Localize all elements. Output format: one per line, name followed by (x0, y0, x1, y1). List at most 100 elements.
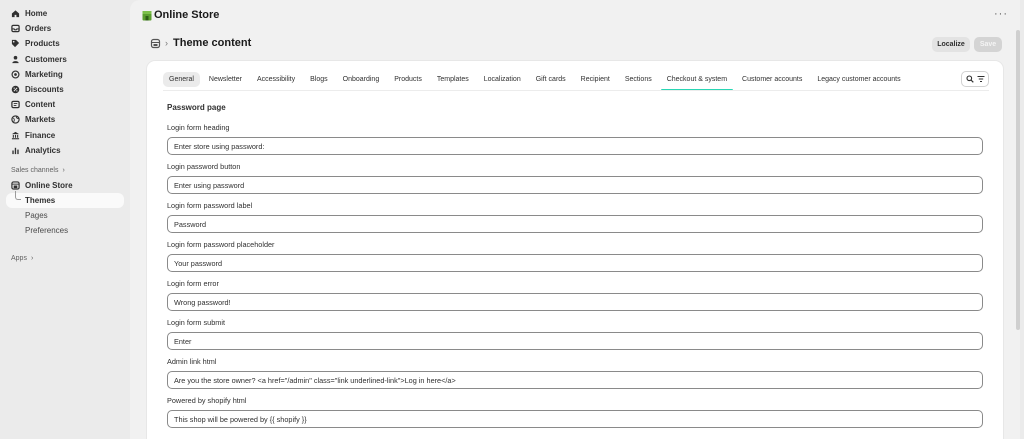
filter-icon (977, 76, 984, 82)
field-label: Admin link html (167, 357, 217, 366)
target-icon (10, 69, 20, 79)
chevron-right-icon: › (62, 167, 65, 175)
sidebar-item-label: Customers (25, 54, 67, 64)
save-button[interactable]: Save (974, 37, 1002, 52)
sidebar-subitem-label: Preferences (25, 226, 69, 236)
more-actions-icon[interactable]: ··· (994, 8, 1008, 20)
field-admin-link-html: Admin link html Are you the store owner?… (167, 357, 983, 389)
field-label: Login password button (167, 162, 241, 171)
text-input[interactable]: Password (167, 215, 983, 233)
sidebar-item-label: Products (25, 39, 60, 49)
sidebar-subitem-themes[interactable]: Themes (6, 191, 124, 209)
sales-channels-label: Sales channels (11, 167, 59, 175)
globe-icon (10, 115, 20, 125)
sidebar-item-label: Marketing (25, 69, 63, 79)
text-input[interactable]: This shop will be powered by {{ shopify … (167, 410, 983, 428)
tag-icon (10, 39, 20, 49)
sidebar-item-label: Discounts (25, 85, 64, 95)
sales-channels-heading[interactable]: Sales channels › (0, 164, 130, 178)
chevron-right-icon: › (30, 254, 34, 262)
section-title: Password page (167, 103, 226, 112)
tab-accessibility[interactable]: Accessibility (251, 72, 301, 87)
sidebar-subitem-pages[interactable]: Pages (0, 208, 130, 223)
sidebar-item-label: Orders (25, 24, 52, 34)
sidebar-subitem-label: Pages (25, 211, 48, 221)
text-input[interactable]: Your password (167, 254, 983, 272)
page-title: Theme content (173, 37, 252, 49)
sidebar-subitem-label: Themes (25, 196, 56, 206)
content-icon (10, 100, 20, 110)
text-input[interactable]: Enter (167, 332, 983, 350)
field-label: Login form password label (167, 201, 253, 210)
sidebar-item-label: Home (25, 9, 48, 19)
field-powered-by-shopify-html: Powered by shopify html This shop will b… (167, 396, 983, 428)
field-label: Login form heading (167, 123, 230, 132)
sidebar-item-products[interactable]: Products (0, 36, 130, 51)
text-input[interactable]: Enter using password (167, 176, 983, 194)
breadcrumb: › Theme content (150, 37, 251, 49)
sidebar-item-analytics[interactable]: Analytics (0, 143, 130, 158)
tab-divider (163, 90, 989, 91)
inbox-icon (10, 24, 20, 34)
discount-icon (10, 85, 20, 95)
field-login-form-error: Login form error Wrong password! (167, 279, 983, 311)
text-input[interactable]: Enter store using password: (167, 137, 983, 155)
text-input[interactable]: Are you the store owner? <a href="/admin… (167, 371, 983, 389)
tab-legacy-customer-accounts[interactable]: Legacy customer accounts (811, 72, 906, 87)
tab-customer-accounts[interactable]: Customer accounts (736, 72, 808, 87)
field-login-form-submit: Login form submit Enter (167, 318, 983, 350)
tab-sections[interactable]: Sections (619, 72, 658, 87)
sidebar-item-marketing[interactable]: Marketing (0, 67, 130, 82)
tab-onboarding[interactable]: Onboarding (337, 72, 386, 87)
field-label: Login form submit (167, 318, 225, 327)
apps-heading[interactable]: Apps › (0, 251, 130, 265)
tab-bar: General Newsletter Accessibility Blogs O… (163, 71, 910, 91)
field-login-form-password-placeholder: Login form password placeholder Your pas… (167, 240, 983, 272)
chevron-right-icon: › (165, 38, 168, 48)
bank-icon (10, 130, 20, 140)
theme-content-card: General Newsletter Accessibility Blogs O… (147, 61, 1003, 439)
sidebar-item-markets[interactable]: Markets (0, 112, 130, 127)
field-login-form-heading: Login form heading Enter store using pas… (167, 123, 983, 155)
search-filter-button[interactable] (961, 71, 989, 87)
tab-checkout-system[interactable]: Checkout & system (660, 72, 734, 91)
theme-icon[interactable] (150, 38, 161, 49)
store-title: Online Store (154, 9, 220, 21)
home-icon (10, 9, 20, 19)
sidebar-item-orders[interactable]: Orders (0, 21, 130, 36)
text-input[interactable]: Wrong password! (167, 293, 983, 311)
person-icon (10, 54, 20, 64)
localize-button[interactable]: Localize (932, 37, 970, 52)
tab-general[interactable]: General (163, 71, 200, 87)
tab-localization[interactable]: Localization (478, 72, 527, 87)
sidebar-item-label: Content (25, 100, 56, 110)
store-logo-icon (142, 10, 152, 20)
apps-label: Apps (11, 254, 27, 262)
tab-gift-cards[interactable]: Gift cards (530, 72, 572, 87)
sidebar-item-label: Markets (25, 115, 56, 125)
tab-templates[interactable]: Templates (431, 72, 475, 87)
store-header: Online Store (142, 9, 219, 21)
sidebar-item-label: Online Store (25, 180, 73, 190)
field-login-form-password-label: Login form password label Password (167, 201, 983, 233)
sidebar-item-customers[interactable]: Customers (0, 52, 130, 67)
storefront-icon (10, 180, 20, 190)
tree-branch-line (15, 191, 21, 201)
search-icon (965, 75, 974, 83)
field-label: Powered by shopify html (167, 396, 247, 405)
sidebar-item-discounts[interactable]: Discounts (0, 82, 130, 97)
main-panel: Online Store ··· › Theme content Localiz… (130, 0, 1020, 439)
tab-blogs[interactable]: Blogs (304, 72, 334, 87)
chart-icon (10, 145, 20, 155)
scrollbar[interactable] (1016, 30, 1020, 330)
sidebar-item-label: Finance (25, 130, 56, 140)
tab-recipient[interactable]: Recipient (575, 72, 616, 87)
tab-newsletter[interactable]: Newsletter (203, 72, 248, 87)
tab-products[interactable]: Products (388, 72, 428, 87)
sidebar-subitem-preferences[interactable]: Preferences (0, 223, 130, 238)
sidebar-item-home[interactable]: Home (0, 6, 130, 21)
field-label: Login form error (167, 279, 219, 288)
sidebar-item-content[interactable]: Content (0, 97, 130, 112)
field-login-password-button: Login password button Enter using passwo… (167, 162, 983, 194)
sidebar-item-finance[interactable]: Finance (0, 128, 130, 143)
